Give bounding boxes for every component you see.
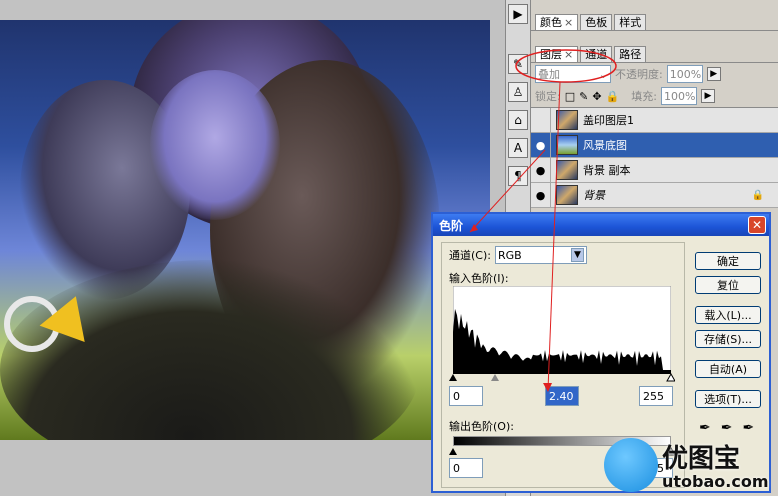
photo-image: [0, 20, 490, 440]
black-point-slider[interactable]: [449, 374, 457, 381]
watermark-brand: 优图宝: [662, 444, 741, 474]
white-eyedropper-icon[interactable]: ✒: [742, 420, 754, 436]
lock-brush-icon[interactable]: ✎: [579, 90, 588, 103]
fill-slider-icon[interactable]: ▶: [700, 89, 715, 103]
white-point-slider[interactable]: [666, 372, 675, 382]
tab-paths[interactable]: 路径: [614, 46, 647, 62]
lock-transparency-icon[interactable]: □: [565, 90, 575, 103]
chevron-down-icon: ⌄: [598, 67, 608, 81]
layer-row[interactable]: ● 背景 🔒: [531, 182, 778, 208]
output-levels-label: 输出色阶(O):: [449, 420, 514, 433]
eyedropper-group: ✒ ✒ ✒: [699, 420, 754, 436]
layer-name: 背景 副本: [583, 164, 631, 177]
histogram: [453, 286, 671, 374]
input-white-field[interactable]: 255: [639, 386, 673, 406]
dialog-title: 色阶: [439, 218, 464, 233]
tab-color[interactable]: 颜色 ×: [535, 14, 579, 30]
blend-mode-select[interactable]: 叠加 ⌄: [535, 65, 611, 83]
tab-layers[interactable]: 图层 ×: [535, 46, 579, 62]
layer-thumbnail: [556, 110, 578, 130]
gray-eyedropper-icon[interactable]: ✒: [721, 420, 733, 436]
close-icon[interactable]: ✕: [748, 216, 766, 234]
blend-opacity-row: 叠加 ⌄ 不透明度: 100% ▶: [531, 63, 778, 85]
document-canvas[interactable]: [0, 0, 505, 496]
layer-name: 背景: [583, 189, 605, 202]
input-slider[interactable]: [449, 372, 675, 382]
eye-icon[interactable]: ●: [531, 157, 551, 183]
eye-icon[interactable]: ●: [531, 132, 551, 158]
paragraph-icon[interactable]: ¶: [508, 166, 528, 186]
opacity-input[interactable]: 100%: [666, 65, 703, 83]
opacity-slider-icon[interactable]: ▶: [706, 67, 721, 81]
layer-name: 风景底图: [583, 139, 627, 152]
load-button[interactable]: 载入(L)...: [695, 306, 761, 324]
layer-row[interactable]: 盖印图层1: [531, 107, 778, 133]
layer-thumbnail: [556, 160, 578, 180]
dialog-titlebar[interactable]: 色阶 ✕: [433, 214, 769, 236]
stamp-icon[interactable]: ♙: [508, 82, 528, 102]
output-black-slider[interactable]: [449, 448, 457, 455]
black-eyedropper-icon[interactable]: ✒: [699, 420, 711, 436]
lock-label: 锁定:: [535, 90, 561, 103]
lock-all-icon[interactable]: 🔒: [606, 90, 620, 103]
layer-row[interactable]: ● 背景 副本: [531, 157, 778, 183]
ok-button[interactable]: 确定: [695, 252, 761, 270]
input-levels-label: 输入色阶(I):: [449, 272, 509, 285]
bird-logo-icon: [604, 438, 658, 492]
layers-panel-tabs: 图层 × 通道 路径: [531, 44, 778, 62]
tab-swatches[interactable]: 色板: [580, 14, 613, 30]
watermark-url: utobao.com: [662, 472, 769, 491]
output-black-field[interactable]: 0: [449, 458, 483, 478]
text-icon[interactable]: A: [508, 138, 528, 158]
tab-channels[interactable]: 通道: [580, 46, 613, 62]
eye-icon[interactable]: [531, 107, 551, 133]
options-button[interactable]: 选项(T)...: [695, 390, 761, 408]
play-icon[interactable]: ▶: [508, 4, 528, 24]
opacity-label: 不透明度:: [615, 68, 663, 81]
tab-styles[interactable]: 样式: [614, 14, 647, 30]
save-button[interactable]: 存储(S)...: [695, 330, 761, 348]
fill-label: 填充:: [631, 90, 657, 103]
gamma-slider[interactable]: [491, 374, 499, 381]
input-gamma-field[interactable]: 2.40: [545, 386, 579, 406]
reset-button[interactable]: 复位: [695, 276, 761, 294]
layer-thumbnail: [556, 135, 578, 155]
brush-icon[interactable]: ✎: [508, 54, 528, 74]
fill-input[interactable]: 100%: [660, 87, 697, 105]
lock-move-icon[interactable]: ✥: [592, 90, 601, 103]
layer-name: 盖印图层1: [583, 114, 634, 127]
input-black-field[interactable]: 0: [449, 386, 483, 406]
eye-icon[interactable]: ●: [531, 182, 551, 208]
layer-thumbnail: [556, 185, 578, 205]
lock-icon: 🔒: [751, 189, 764, 201]
layer-list: 盖印图层1 ● 风景底图 ● 背景 副本 ● 背景 🔒: [531, 107, 778, 208]
lock-fill-row: 锁定: □ ✎ ✥ 🔒 填充: 100% ▶: [531, 85, 778, 107]
color-panel-tabs: 颜色 × 色板 样式: [531, 12, 778, 30]
auto-button[interactable]: 自动(A): [695, 360, 761, 378]
history-brush-icon[interactable]: ⌂: [508, 110, 528, 130]
watermark-logo: 优图宝 utobao.com: [604, 436, 774, 494]
layer-row[interactable]: ● 风景底图: [531, 132, 778, 158]
